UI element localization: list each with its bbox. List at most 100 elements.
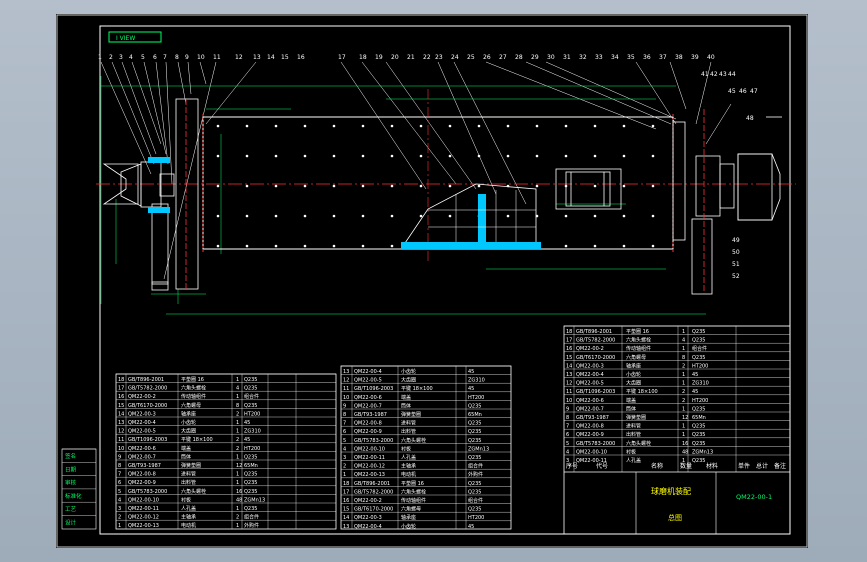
bom-cell: 17: [566, 338, 572, 344]
bom-cell: GB/T93-1987: [128, 463, 161, 469]
bom-cell: 传动轴组件: [181, 393, 206, 400]
part-number-label: 47: [750, 88, 758, 95]
bom-cell: 65Mn: [692, 415, 706, 421]
bolt-mark: [419, 124, 423, 128]
bolt-mark: [390, 214, 394, 218]
bom-cell: Q235: [692, 338, 705, 344]
title-header-cell: 材料: [706, 462, 718, 470]
part-number-label: 43: [719, 71, 727, 78]
bom-cell: GB/T1096-2003: [128, 437, 167, 443]
bom-cell: 衬板: [181, 496, 191, 503]
title-header-cell: 名称: [651, 462, 663, 470]
stamp-label: 签名: [65, 452, 76, 460]
bom-cell: QM22-00-5: [128, 429, 156, 435]
bom-cell: 衬板: [401, 445, 411, 452]
bom-cell: 组合件: [244, 393, 259, 400]
bom-cell: 17: [343, 489, 349, 495]
bom-cell: 13: [343, 524, 349, 530]
bom-cell: Q235: [468, 421, 481, 427]
bolt-mark: [361, 214, 365, 218]
bom-cell: QM22-00-8: [576, 424, 604, 430]
bom-cell: 组合件: [468, 463, 483, 470]
bom-cell: 人孔盖: [626, 457, 641, 464]
bolt-mark: [564, 244, 568, 248]
bolt-mark: [651, 184, 655, 188]
bom-cell: 六角螺母: [626, 354, 646, 361]
title-header-cell: 数量: [680, 462, 692, 470]
bolt-mark: [274, 154, 278, 158]
bom-cell: QM22-00-2: [354, 498, 382, 504]
bom-cell: 5: [566, 441, 569, 447]
bolt-mark: [651, 214, 655, 218]
stamp-label: 日期: [65, 466, 77, 473]
bom-cell: QM22-00-11: [354, 455, 385, 461]
bom-cell: 六角头螺栓: [181, 385, 206, 392]
part-number-label: 28: [515, 54, 523, 61]
bom-cell: QM22-00-7: [128, 454, 156, 460]
bom-cell: 2: [236, 437, 239, 443]
bom-cell: Q235: [692, 458, 705, 464]
bom-cell: QM22-00-10: [576, 449, 607, 455]
bom-cell: QM22-00-6: [128, 446, 156, 452]
part-number-label: 33: [595, 54, 603, 61]
bolt-mark: [506, 214, 510, 218]
bom-cell: QM22-00-4: [354, 524, 382, 530]
bom-cell: HT200: [468, 515, 484, 521]
bom-cell: 16: [566, 346, 572, 352]
bom-cell: GB/T1096-2003: [576, 389, 615, 395]
part-number-label: 9: [185, 54, 189, 61]
bolt-mark: [622, 244, 626, 248]
part-number-label: 42: [710, 71, 718, 78]
bom-cell: QM22-00-5: [576, 381, 604, 387]
bom-cell: 筒体: [626, 405, 636, 412]
bom-cell: 45: [692, 372, 698, 378]
bom-cell: 2: [236, 411, 239, 417]
bom-cell: QM22-00-4: [576, 372, 604, 378]
part-number-label: 39: [691, 54, 699, 61]
title-block: 18 GB/T896-2001 平垫圈 16 1 Q23517 GB/T5782-2000…: [563, 325, 791, 535]
part-number-label: 16: [297, 54, 305, 61]
bom-cell: 4: [236, 386, 239, 392]
bolt-mark: [448, 214, 452, 218]
bom-table-middle: 13 QM22-00-4 小齿轮 4512 QM22-00-5 大齿圈 ZG31011 GB/…: [340, 365, 512, 530]
assembly-drawing: I VIEW 1 2 3 4 5 6 7 8 9 10 11 12 13 14 15 16 17 18 19 20 21…: [56, 14, 808, 548]
bom-cell: 45: [692, 389, 698, 395]
bom-cell: QM22-00-13: [354, 472, 385, 478]
stamp-column: 签名日期审核标准化工艺设计: [61, 448, 97, 530]
bom-cell: ZGMn13: [468, 446, 489, 452]
bom-cell: QM22-00-9: [128, 480, 156, 486]
bom-cell: 7: [118, 472, 121, 478]
bom-cell: 大齿圈: [626, 380, 641, 387]
bom-cell: 六角头螺栓: [401, 488, 426, 495]
bom-cell: HT200: [244, 446, 260, 452]
bom-cell: 48: [682, 449, 688, 455]
part-number-label: 45: [728, 88, 736, 95]
bom-cell: 主轴承: [401, 463, 416, 470]
part-number-label: 12: [235, 54, 243, 61]
bom-cell: 1: [682, 432, 685, 438]
bom-cell: QM22-00-6: [354, 395, 382, 401]
bom-cell: 人孔盖: [401, 454, 416, 461]
bom-cell: 出料管: [401, 428, 416, 435]
bom-cell: 4: [118, 497, 121, 503]
bom-cell: QM22-00-3: [128, 411, 156, 417]
bom-cell: 12: [343, 378, 349, 384]
bom-cell: HT200: [468, 395, 484, 401]
bom-cell: 轴承座: [181, 410, 196, 417]
bom-cell: 2: [682, 389, 685, 395]
bom-cell: 人孔盖: [181, 505, 196, 512]
bolt-mark: [245, 244, 249, 248]
part-number-label: 1: [98, 54, 102, 61]
bom-cell: 1: [236, 429, 239, 435]
bom-cell: 1: [118, 523, 121, 529]
bolt-mark: [245, 184, 249, 188]
bom-cell: QM22-00-2: [128, 394, 156, 400]
part-number-label: 24: [451, 54, 459, 61]
bom-cell: 2: [236, 446, 239, 452]
bolt-mark: [390, 124, 394, 128]
bom-cell: 衬板: [626, 448, 636, 455]
bom-cell: Q235: [244, 454, 257, 460]
part-number-label: 14: [267, 54, 275, 61]
bom-cell: Q235: [692, 406, 705, 412]
bolt-mark: [419, 214, 423, 218]
